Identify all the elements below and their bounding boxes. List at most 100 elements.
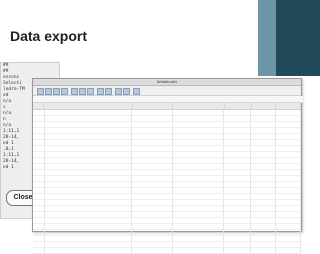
table-cell[interactable] (251, 152, 277, 157)
table-cell[interactable] (173, 140, 225, 145)
table-cell[interactable] (33, 176, 45, 181)
table-cell[interactable] (173, 182, 225, 187)
table-row[interactable] (33, 248, 302, 254)
table-cell[interactable] (45, 170, 133, 175)
table-cell[interactable] (224, 206, 252, 211)
table-cell[interactable] (276, 128, 302, 133)
table-cell[interactable] (173, 158, 225, 163)
table-cell[interactable] (33, 242, 45, 247)
table-cell[interactable] (45, 158, 133, 163)
table-cell[interactable] (173, 230, 225, 235)
table-cell[interactable] (224, 146, 252, 151)
table-cell[interactable] (33, 158, 45, 163)
table-cell[interactable] (33, 152, 45, 157)
table-cell[interactable] (224, 116, 252, 121)
table-cell[interactable] (173, 200, 225, 205)
table-cell[interactable] (132, 158, 173, 163)
table-cell[interactable] (132, 188, 173, 193)
table-cell[interactable] (276, 164, 302, 169)
table-cell[interactable] (45, 194, 133, 199)
table-cell[interactable] (224, 236, 252, 241)
table-cell[interactable] (251, 128, 277, 133)
chart-icon[interactable] (133, 88, 140, 95)
table-cell[interactable] (45, 212, 133, 217)
table-cell[interactable] (276, 140, 302, 145)
table-cell[interactable] (33, 218, 45, 223)
table-cell[interactable] (224, 212, 252, 217)
table-cell[interactable] (132, 110, 173, 115)
table-cell[interactable] (276, 146, 302, 151)
table-cell[interactable] (251, 116, 277, 121)
table-cell[interactable] (173, 242, 225, 247)
table-cell[interactable] (132, 218, 173, 223)
table-cell[interactable] (45, 116, 133, 121)
table-cell[interactable] (276, 170, 302, 175)
table-cell[interactable] (132, 242, 173, 247)
table-cell[interactable] (276, 242, 302, 247)
table-cell[interactable] (33, 188, 45, 193)
table-cell[interactable] (33, 212, 45, 217)
table-cell[interactable] (173, 194, 225, 199)
table-cell[interactable] (33, 206, 45, 211)
table-cell[interactable] (45, 200, 133, 205)
table-cell[interactable] (224, 218, 252, 223)
table-cell[interactable] (45, 224, 133, 229)
table-cell[interactable] (132, 200, 173, 205)
save-icon[interactable] (53, 88, 60, 95)
table-cell[interactable] (45, 242, 133, 247)
column-header[interactable] (252, 103, 277, 109)
table-cell[interactable] (33, 122, 45, 127)
table-cell[interactable] (45, 218, 133, 223)
table-cell[interactable] (251, 188, 277, 193)
redo-icon[interactable] (105, 88, 112, 95)
table-cell[interactable] (132, 182, 173, 187)
table-cell[interactable] (224, 170, 252, 175)
sort-icon[interactable] (123, 88, 130, 95)
table-cell[interactable] (33, 248, 45, 253)
undo-icon[interactable] (97, 88, 104, 95)
copy-icon[interactable] (79, 88, 86, 95)
table-cell[interactable] (45, 188, 133, 193)
column-header[interactable] (276, 103, 301, 109)
sum-icon[interactable] (115, 88, 122, 95)
table-cell[interactable] (224, 248, 252, 253)
table-cell[interactable] (224, 182, 252, 187)
table-cell[interactable] (173, 146, 225, 151)
table-cell[interactable] (45, 128, 133, 133)
table-cell[interactable] (33, 110, 45, 115)
table-cell[interactable] (276, 194, 302, 199)
table-cell[interactable] (33, 146, 45, 151)
table-cell[interactable] (132, 170, 173, 175)
table-cell[interactable] (224, 194, 252, 199)
table-cell[interactable] (173, 122, 225, 127)
spreadsheet-grid[interactable] (33, 110, 302, 254)
table-cell[interactable] (224, 134, 252, 139)
table-cell[interactable] (251, 248, 277, 253)
table-cell[interactable] (45, 134, 133, 139)
table-cell[interactable] (173, 110, 225, 115)
table-cell[interactable] (276, 122, 302, 127)
table-cell[interactable] (132, 128, 173, 133)
cut-icon[interactable] (71, 88, 78, 95)
table-cell[interactable] (132, 224, 173, 229)
table-cell[interactable] (132, 122, 173, 127)
table-cell[interactable] (173, 218, 225, 223)
table-cell[interactable] (251, 224, 277, 229)
table-cell[interactable] (132, 140, 173, 145)
table-cell[interactable] (132, 194, 173, 199)
table-cell[interactable] (132, 236, 173, 241)
table-cell[interactable] (251, 146, 277, 151)
table-cell[interactable] (45, 122, 133, 127)
table-cell[interactable] (33, 116, 45, 121)
table-cell[interactable] (45, 236, 133, 241)
table-cell[interactable] (132, 176, 173, 181)
table-cell[interactable] (276, 176, 302, 181)
table-cell[interactable] (45, 230, 133, 235)
table-cell[interactable] (224, 176, 252, 181)
table-cell[interactable] (276, 158, 302, 163)
formula-bar[interactable] (33, 96, 303, 103)
table-cell[interactable] (173, 152, 225, 157)
table-cell[interactable] (251, 140, 277, 145)
table-cell[interactable] (173, 176, 225, 181)
table-cell[interactable] (173, 116, 225, 121)
